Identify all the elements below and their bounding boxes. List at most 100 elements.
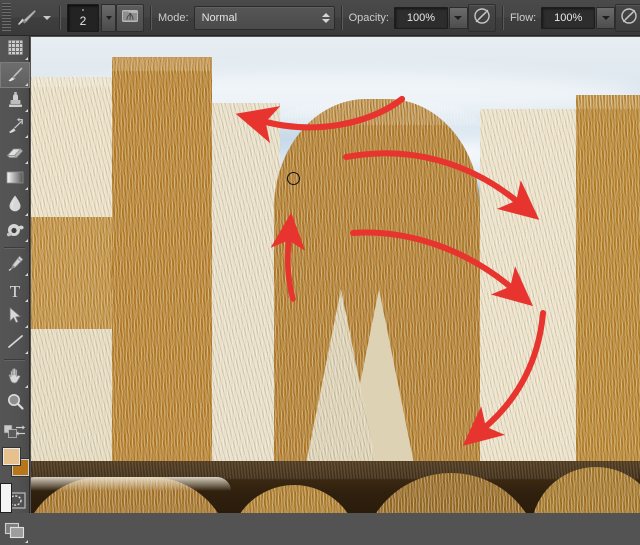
mode-label: Mode: <box>158 11 189 24</box>
background-bale-left-of-a <box>212 103 280 473</box>
opacity-pressure-toggle[interactable] <box>467 3 496 32</box>
toolbar-bottom-chip <box>0 483 12 513</box>
dodge-icon <box>5 221 25 242</box>
brush-size-value: 2 <box>79 13 87 28</box>
tool-type[interactable]: T <box>0 278 30 304</box>
screen-mode-icon <box>4 522 26 543</box>
tools-panel: T <box>0 36 30 543</box>
tool-clone-stamp[interactable] <box>0 88 30 114</box>
magnifier-icon <box>6 392 25 414</box>
tool-flyout-indicator <box>25 540 28 543</box>
chevron-down-icon[interactable] <box>43 15 51 20</box>
chevron-down-icon <box>105 15 112 20</box>
brush-size-field[interactable]: 2 <box>67 3 99 32</box>
airbrush-icon <box>620 7 638 28</box>
opacity-label: Opacity: <box>348 11 389 24</box>
brush-panel-icon <box>121 8 139 27</box>
gradient-icon <box>5 170 25 188</box>
tool-eraser[interactable] <box>0 140 30 166</box>
hand-icon <box>6 366 25 388</box>
flow-dropdown-button[interactable] <box>596 6 616 29</box>
flow-control[interactable]: 100% <box>541 6 616 29</box>
up-down-arrows-icon <box>321 12 330 23</box>
tool-flyout-indicator <box>25 109 28 112</box>
tool-flyout-indicator <box>25 239 28 242</box>
airbrush-toggle[interactable] <box>615 3 640 32</box>
tablet-pressure-opacity-icon <box>473 7 491 28</box>
brush-cursor <box>287 172 300 185</box>
image-canvas[interactable] <box>31 37 640 513</box>
foreground-color-swatch[interactable] <box>3 448 20 465</box>
tool-line[interactable] <box>0 330 30 356</box>
clone-stamp-icon <box>6 90 25 112</box>
options-separator <box>340 5 343 30</box>
tool-gradient[interactable] <box>0 166 30 192</box>
mode-select[interactable]: Normal <box>193 5 335 30</box>
opacity-field[interactable]: 100% <box>393 6 448 29</box>
opacity-control[interactable]: 100% <box>393 6 468 29</box>
tool-brush[interactable] <box>0 62 30 88</box>
tool-dodge[interactable] <box>0 218 30 244</box>
brush-size-spinner[interactable] <box>101 3 116 32</box>
tool-flyout-indicator <box>25 213 28 216</box>
brush-size-dot-icon <box>82 8 84 11</box>
tool-flyout-indicator <box>25 299 28 302</box>
chevron-down-icon <box>454 15 463 20</box>
straw-fringe <box>112 57 212 71</box>
tool-flyout-indicator <box>25 273 28 276</box>
tool-zoom[interactable] <box>0 390 30 416</box>
brush-preset-picker[interactable] <box>14 6 53 30</box>
default-foreground-background-colors[interactable] <box>3 424 17 438</box>
options-separator <box>150 5 152 30</box>
straw-fringe <box>31 77 112 87</box>
letter-y-post <box>576 95 640 473</box>
line-shape-icon <box>6 333 25 353</box>
tool-hand[interactable] <box>0 364 30 390</box>
bale-highlight <box>31 477 231 491</box>
options-bar-grip[interactable] <box>2 2 11 33</box>
water-drop-icon <box>7 194 23 216</box>
tool-path-selection[interactable] <box>0 304 30 330</box>
photoshop-window: 2 Mode: Normal Opacity: 100% Flow: 100% … <box>0 0 640 543</box>
tool-flyout-indicator <box>25 161 28 164</box>
tool-flyout-indicator <box>25 351 28 354</box>
tool-history-brush[interactable] <box>0 114 30 140</box>
mode-value: Normal <box>201 11 238 24</box>
paintbrush-icon <box>5 64 25 87</box>
options-separator <box>501 5 504 30</box>
tool-flyout-indicator <box>25 57 28 60</box>
tool-pen[interactable] <box>0 252 30 278</box>
tool-flyout-indicator <box>25 325 28 328</box>
screen-mode-button[interactable] <box>0 519 30 545</box>
patch-icon <box>6 38 25 60</box>
tool-flyout-indicator <box>25 385 28 388</box>
letter-h-lower-left <box>31 329 112 469</box>
tool-blur[interactable] <box>0 192 30 218</box>
brush-size-stepper[interactable]: 2 <box>67 3 116 32</box>
straw-fringe <box>576 95 640 109</box>
options-bar: 2 Mode: Normal Opacity: 100% Flow: 100% <box>0 0 640 36</box>
hay-bale-letters-photo <box>31 37 640 513</box>
tool-patch[interactable] <box>0 36 30 62</box>
options-separator <box>59 5 61 30</box>
right-pale-bale <box>480 109 576 469</box>
tool-flyout-indicator <box>25 135 28 138</box>
paintbrush-icon <box>14 6 40 30</box>
toggle-brush-panel-button[interactable] <box>116 3 144 32</box>
opacity-value: 100% <box>406 11 435 24</box>
chevron-down-icon <box>601 15 610 20</box>
swap-foreground-background-colors[interactable] <box>14 424 25 436</box>
tool-flyout-indicator <box>25 187 28 190</box>
letter-h-right-post <box>112 57 212 469</box>
flow-field[interactable]: 100% <box>541 6 596 29</box>
eraser-icon <box>5 143 25 164</box>
color-swatches <box>0 447 30 481</box>
opacity-dropdown-button[interactable] <box>448 6 468 29</box>
tools-separator <box>4 359 25 361</box>
tools-separator <box>4 247 25 249</box>
tool-flyout-indicator <box>25 83 28 86</box>
letter-h-crossbar <box>31 217 112 329</box>
flow-label: Flow: <box>509 11 537 24</box>
arrow-pointer-icon <box>7 306 23 328</box>
text-t-icon: T <box>9 281 21 301</box>
